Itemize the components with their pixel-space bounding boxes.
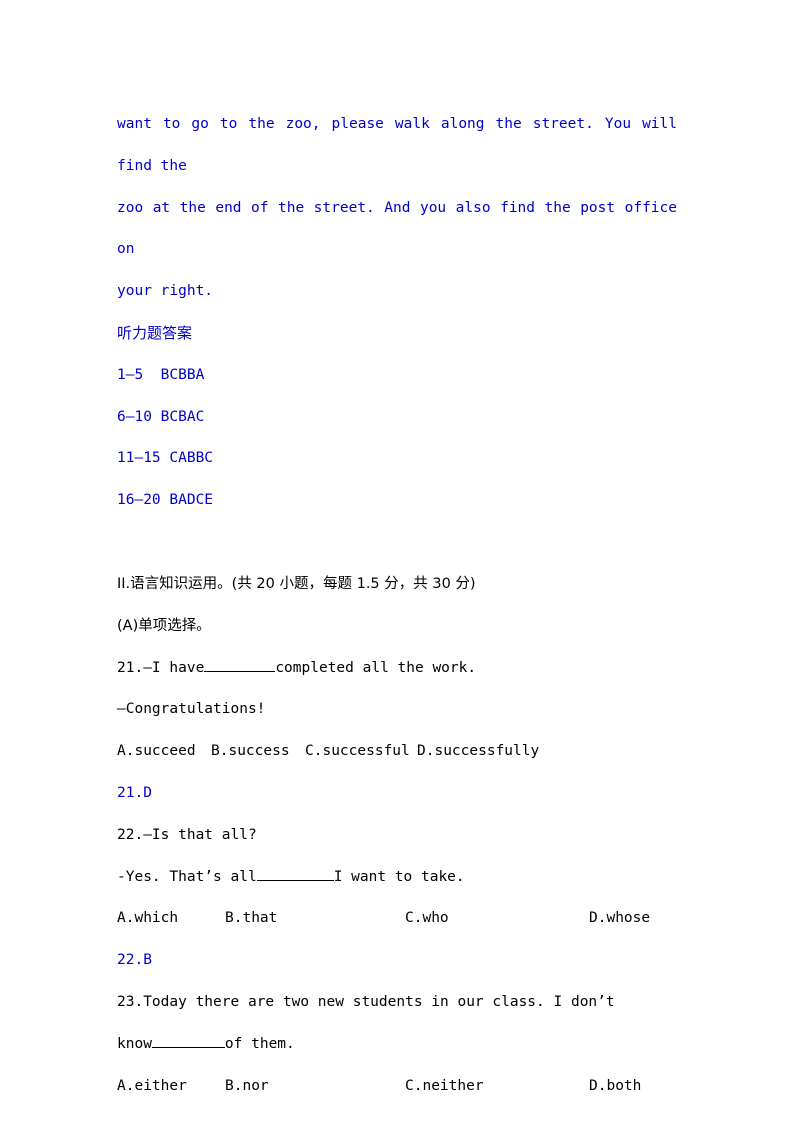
option-label: C. bbox=[405, 910, 423, 927]
option-text: whose bbox=[606, 910, 651, 927]
option-label: B. bbox=[225, 1077, 243, 1094]
answer-range: 16—20 bbox=[117, 492, 161, 509]
option-text: nor bbox=[242, 1077, 269, 1094]
question-stem-text: Today there are two new students in our … bbox=[143, 993, 615, 1010]
answer-row-16-20: 16—20 BADCE bbox=[117, 480, 677, 522]
option-text: success bbox=[228, 743, 290, 760]
option-d[interactable]: D.whose bbox=[589, 898, 650, 940]
answer-range: 11—15 bbox=[117, 450, 161, 467]
option-text: successful bbox=[322, 743, 410, 760]
document-page: want to go to the zoo, please walk along… bbox=[0, 0, 794, 1123]
option-c[interactable]: C.who bbox=[405, 898, 449, 940]
option-b[interactable]: B.success bbox=[211, 731, 290, 773]
question-21-second-line: —Congratulations! bbox=[117, 701, 266, 718]
listening-script-line-2: zoo at the end of the street. And you al… bbox=[117, 199, 677, 258]
question-stem-suffix: completed all the work. bbox=[275, 659, 477, 676]
option-label: A. bbox=[117, 910, 135, 927]
option-label: C. bbox=[405, 1077, 423, 1094]
option-text: succeed bbox=[134, 743, 196, 760]
section-two-heading: II.语言知识运用。(共 20 小题，每题 1.5 分，共 30 分) bbox=[117, 575, 476, 592]
question-23-stem-line-1: 23.Today there are two new students in o… bbox=[117, 982, 677, 1024]
option-label: B. bbox=[211, 743, 229, 760]
option-a[interactable]: A.succeed bbox=[117, 731, 196, 773]
answer-range: 6—10 bbox=[117, 408, 152, 425]
listening-answers-heading: 听力题答案 bbox=[117, 323, 193, 342]
answer-range: 1—5 bbox=[117, 366, 144, 383]
answer-row-6-10: 6—10 BCBAC bbox=[117, 397, 677, 439]
question-22-stem: 22.—Is that all? bbox=[117, 815, 677, 857]
option-label: D. bbox=[417, 743, 435, 760]
answer-row-1-5: 1—5 BCBBA bbox=[117, 355, 677, 397]
answer-letters: CABBC bbox=[169, 450, 214, 467]
question-23-stem-line-2: know of them. bbox=[117, 1024, 677, 1066]
question-stem-suffix: I want to take. bbox=[333, 868, 465, 885]
listening-script-line-3: your right. bbox=[117, 283, 214, 300]
option-b[interactable]: B.that bbox=[225, 898, 277, 940]
section-two-subheading: (A)单项选择。 bbox=[117, 617, 211, 634]
question-23-options: A.either B.nor C.neither D.both bbox=[117, 1066, 677, 1108]
question-21-stem: 21.—I have completed all the work. bbox=[117, 648, 677, 690]
question-stem-prefix: —I have bbox=[143, 659, 205, 676]
option-text: both bbox=[606, 1077, 642, 1094]
option-b[interactable]: B.nor bbox=[225, 1066, 269, 1108]
option-label: C. bbox=[305, 743, 323, 760]
option-a[interactable]: A.either bbox=[117, 1066, 187, 1108]
question-22-options: A.which B.that C.who D.whose bbox=[117, 898, 677, 940]
option-text: successfully bbox=[434, 743, 540, 760]
listening-script-line-1: want to go to the zoo, please walk along… bbox=[117, 116, 677, 174]
question-22-answer: 22.B bbox=[117, 952, 152, 969]
option-a[interactable]: A.which bbox=[117, 898, 178, 940]
answer-row-11-15: 11—15 CABBC bbox=[117, 438, 677, 480]
option-label: D. bbox=[589, 910, 607, 927]
option-text: which bbox=[134, 910, 179, 927]
answer-letters: BADCE bbox=[169, 492, 214, 509]
question-number: 21. bbox=[117, 659, 144, 676]
option-text: neither bbox=[422, 1077, 484, 1094]
question-stem-suffix: of them. bbox=[224, 1035, 295, 1052]
question-21-options: A.succeed B.success C.successful D.succe… bbox=[117, 731, 677, 773]
page-content: want to go to the zoo, please walk along… bbox=[117, 104, 677, 1107]
option-d[interactable]: D.successfully bbox=[417, 731, 539, 773]
question-22-blank[interactable] bbox=[256, 865, 334, 881]
question-21-answer: 21.D bbox=[117, 784, 152, 801]
option-label: A. bbox=[117, 1077, 135, 1094]
option-label: A. bbox=[117, 743, 135, 760]
option-d[interactable]: D.both bbox=[589, 1066, 641, 1108]
answer-letters: BCBAC bbox=[160, 408, 205, 425]
option-label: D. bbox=[589, 1077, 607, 1094]
option-text: who bbox=[422, 910, 449, 927]
option-text: that bbox=[242, 910, 278, 927]
option-label: B. bbox=[225, 910, 243, 927]
option-c[interactable]: C.neither bbox=[405, 1066, 484, 1108]
answer-letters: BCBBA bbox=[160, 366, 205, 383]
question-21-blank[interactable] bbox=[204, 656, 276, 672]
option-text: either bbox=[134, 1077, 187, 1094]
question-22-second-line: -Yes. That’s all I want to take. bbox=[117, 857, 677, 899]
option-c[interactable]: C.successful bbox=[305, 731, 410, 773]
